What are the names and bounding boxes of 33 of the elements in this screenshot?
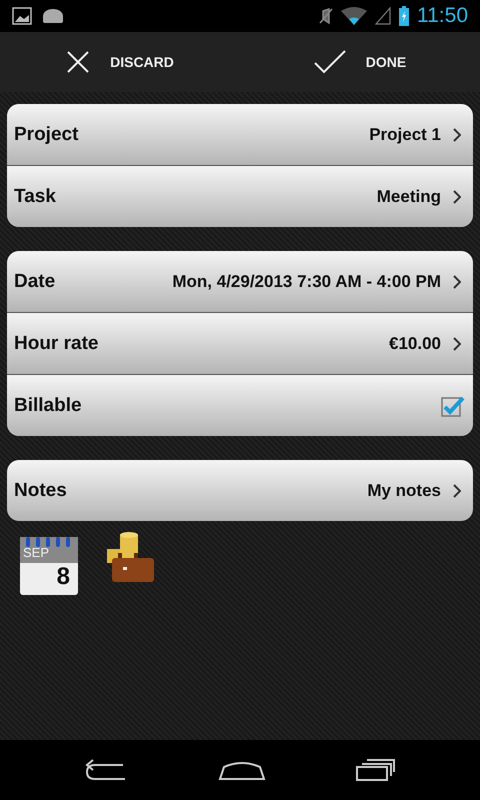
row-value: Meeting <box>376 186 441 206</box>
checkbox[interactable] <box>441 394 465 416</box>
chevron-icon <box>453 190 461 204</box>
recent-apps-icon[interactable] <box>355 758 396 782</box>
chevron-icon <box>453 336 461 350</box>
signal-icon <box>375 7 391 25</box>
row-label: Task <box>14 186 57 208</box>
row-value: €10.00 <box>389 334 441 354</box>
chevron-icon <box>453 128 461 142</box>
row-label: Billable <box>14 394 83 416</box>
settings-row[interactable]: Billable <box>7 374 473 436</box>
settings-row[interactable]: Project Project 1 <box>7 104 473 165</box>
wifi-icon <box>341 7 367 25</box>
battery-icon <box>399 6 409 26</box>
close-icon <box>66 50 90 74</box>
row-label: Date <box>14 270 56 292</box>
settings-row[interactable]: Date Mon, 4/29/2013 7:30 AM - 4:00 PM <box>7 251 473 312</box>
row-value: Mon, 4/29/2013 7:30 AM - 4:00 PM <box>172 272 441 292</box>
row-label: Project <box>14 124 80 146</box>
row-label: Notes <box>14 480 68 502</box>
chevron-icon <box>453 274 461 288</box>
row-value: My notes <box>367 480 441 500</box>
row-value: Project 1 <box>369 124 441 144</box>
settings-row[interactable]: Notes My notes <box>7 460 473 521</box>
muted-icon <box>319 7 333 25</box>
settings-row[interactable]: Task Meeting <box>7 165 473 227</box>
clock-time: 11:50 <box>417 4 468 28</box>
checkmark-icon <box>314 50 346 74</box>
chevron-icon <box>453 484 461 498</box>
settings-row[interactable]: Hour rate €10.00 <box>7 312 473 374</box>
calendar-icon[interactable]: SEP 8 <box>20 537 78 595</box>
home-icon[interactable] <box>218 759 266 781</box>
row-label: Hour rate <box>14 332 100 354</box>
